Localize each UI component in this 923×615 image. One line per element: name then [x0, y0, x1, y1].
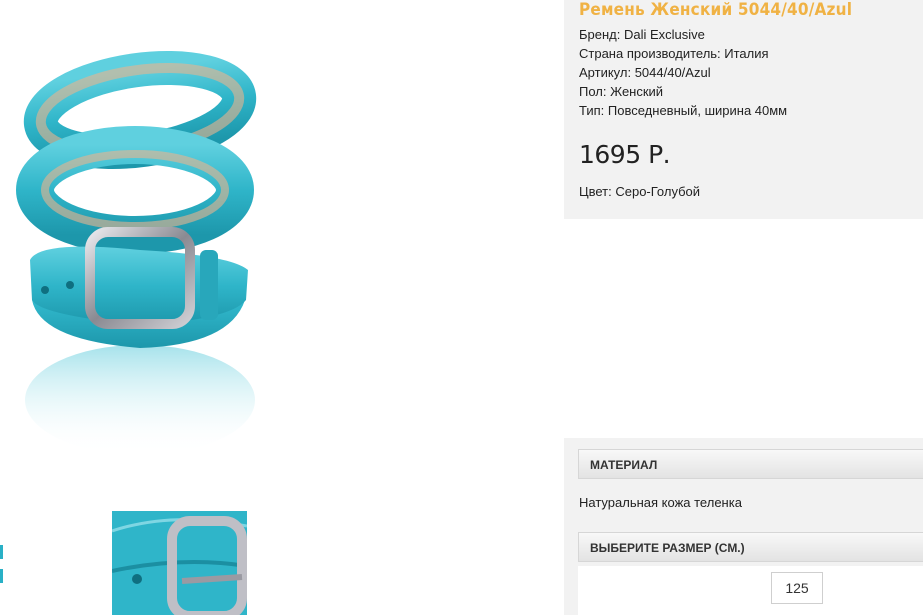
spec-brand: Бренд: Dali Exclusive — [579, 27, 705, 42]
thumbnail-marker[interactable] — [0, 545, 3, 559]
spec-article: Артикул: 5044/40/Azul — [579, 65, 711, 80]
material-header[interactable]: МАТЕРИАЛ — [578, 449, 923, 479]
size-option-125[interactable]: 125 — [771, 572, 823, 604]
spec-gender: Пол: Женский — [579, 84, 664, 99]
blank-content-area — [564, 219, 923, 438]
thumbnail-marker[interactable] — [0, 569, 3, 583]
product-color: Цвет: Серо-Голубой — [579, 184, 701, 199]
thumbnail-strip-edge[interactable] — [0, 545, 3, 593]
size-options-row — [578, 566, 923, 615]
material-header-label: МАТЕРИАЛ — [590, 458, 658, 472]
belt-image — [16, 51, 257, 455]
spec-type: Тип: Повседневный, ширина 40мм — [579, 103, 788, 118]
product-price: 1695 Р. — [579, 140, 671, 169]
size-header-label: ВЫБЕРИТЕ РАЗМЕР (СМ.) — [590, 541, 745, 555]
product-thumbnail[interactable] — [112, 511, 247, 615]
belt-closeup-image — [112, 511, 247, 615]
size-header[interactable]: ВЫБЕРИТЕ РАЗМЕР (СМ.) — [578, 532, 923, 562]
material-description: Натуральная кожа теленка — [579, 495, 742, 510]
product-title: Ремень Женский 5044/40/Azul — [579, 0, 853, 20]
product-main-image[interactable] — [0, 0, 345, 480]
product-specs: Бренд: Dali Exclusive Страна производите… — [579, 25, 787, 120]
spec-country: Страна производитель: Италия — [579, 46, 769, 61]
